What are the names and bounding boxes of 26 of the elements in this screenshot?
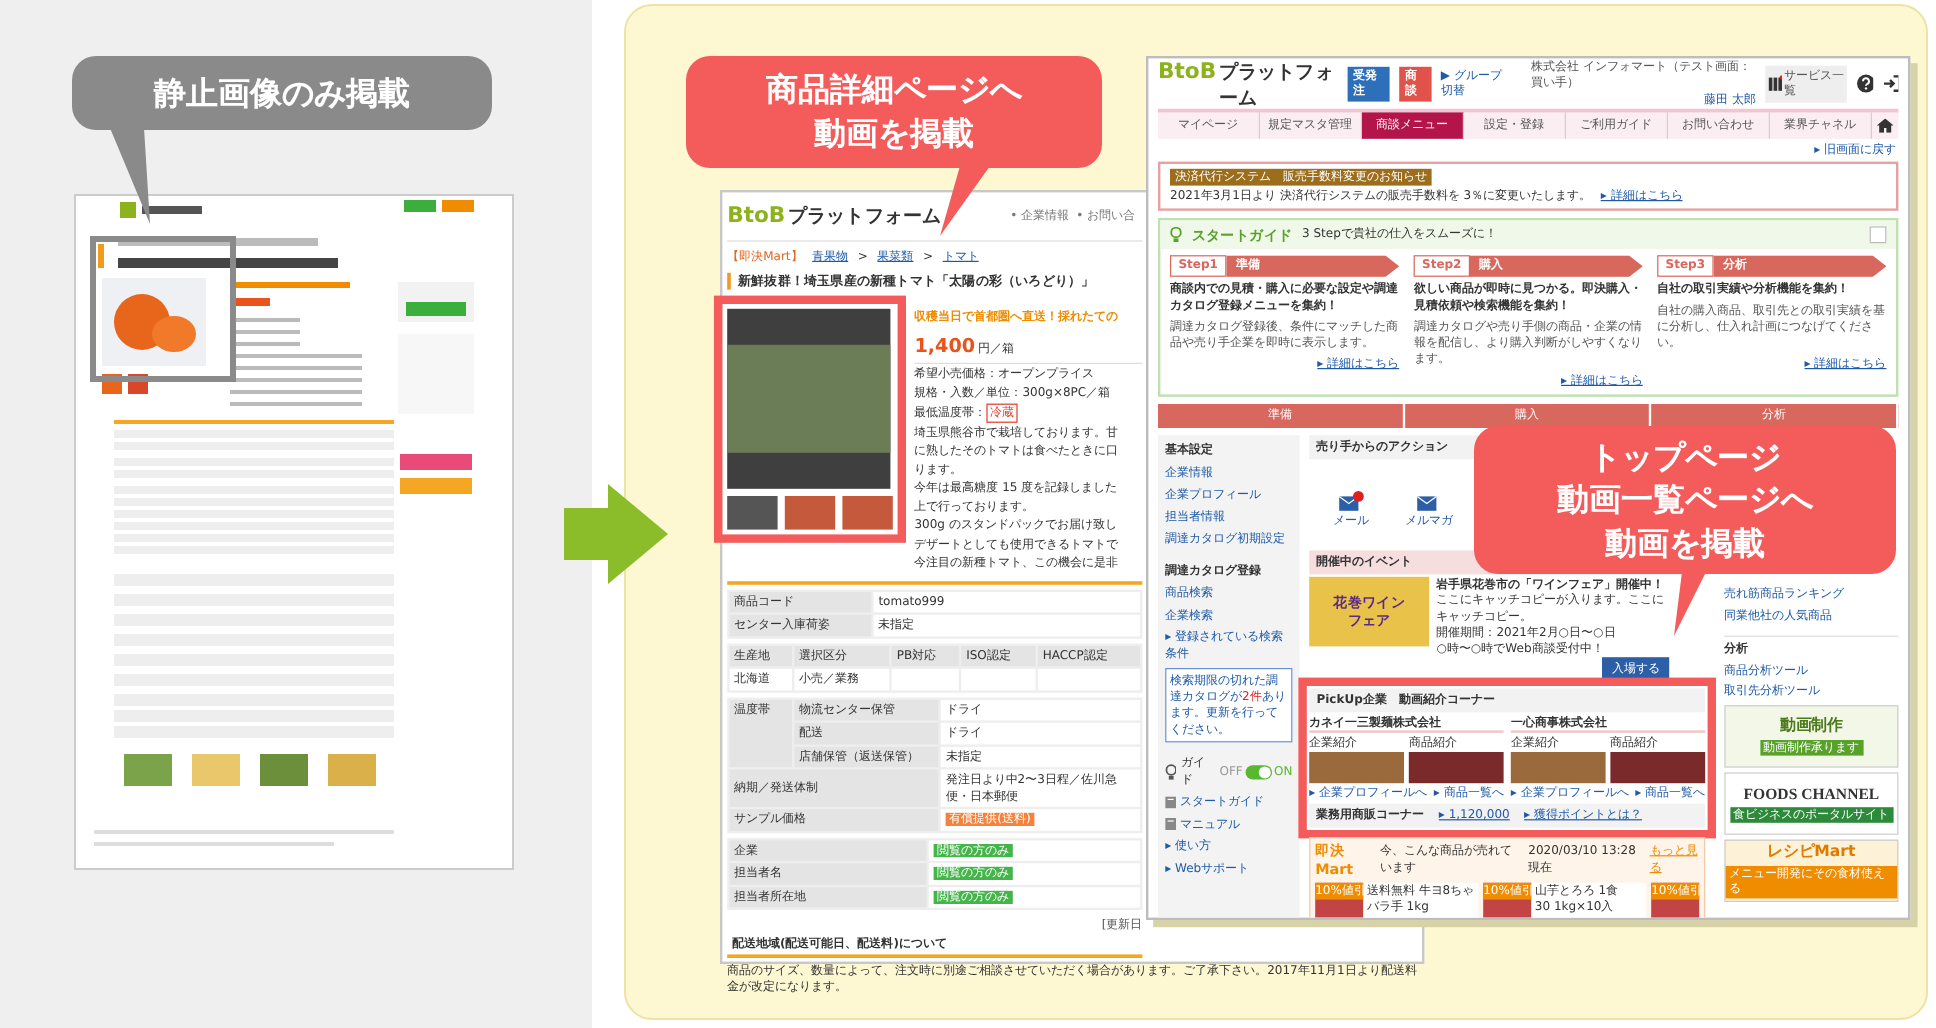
logo-text: プラットフォーム	[787, 203, 942, 229]
logo-text: プラットフォーム	[1218, 58, 1336, 111]
callout-text: 動画を掲載	[814, 112, 974, 156]
video-thumbnail[interactable]	[727, 496, 778, 530]
callout-text: 静止画像のみ掲載	[154, 71, 410, 115]
video-thumbnail[interactable]	[1408, 751, 1504, 783]
video-thumbnail[interactable]	[1610, 751, 1706, 783]
lightbulb-icon	[1165, 763, 1177, 781]
logout-icon[interactable]	[1882, 74, 1899, 94]
photo-thumbnail[interactable]	[842, 496, 893, 530]
logo-mark: BtoB	[1158, 58, 1217, 87]
video-thumbnail[interactable]	[1510, 751, 1606, 783]
photo-thumbnail[interactable]	[784, 496, 836, 530]
callout-text: 商品詳細ページへ	[766, 68, 1022, 112]
arrow-icon	[564, 484, 668, 584]
video-thumbnail[interactable]	[1309, 751, 1404, 783]
home-icon[interactable]	[1876, 118, 1894, 133]
callout-text: 動画一覧ページへ	[1557, 478, 1813, 522]
grid-icon	[1768, 75, 1783, 92]
logo-mark: BtoB	[727, 201, 786, 231]
help-icon[interactable]	[1856, 74, 1873, 94]
lightbulb-icon	[1170, 226, 1182, 244]
envelope-icon[interactable]	[1338, 490, 1365, 512]
price: 1,400	[914, 332, 976, 359]
book-icon	[1165, 796, 1176, 809]
book-icon	[1165, 818, 1176, 831]
